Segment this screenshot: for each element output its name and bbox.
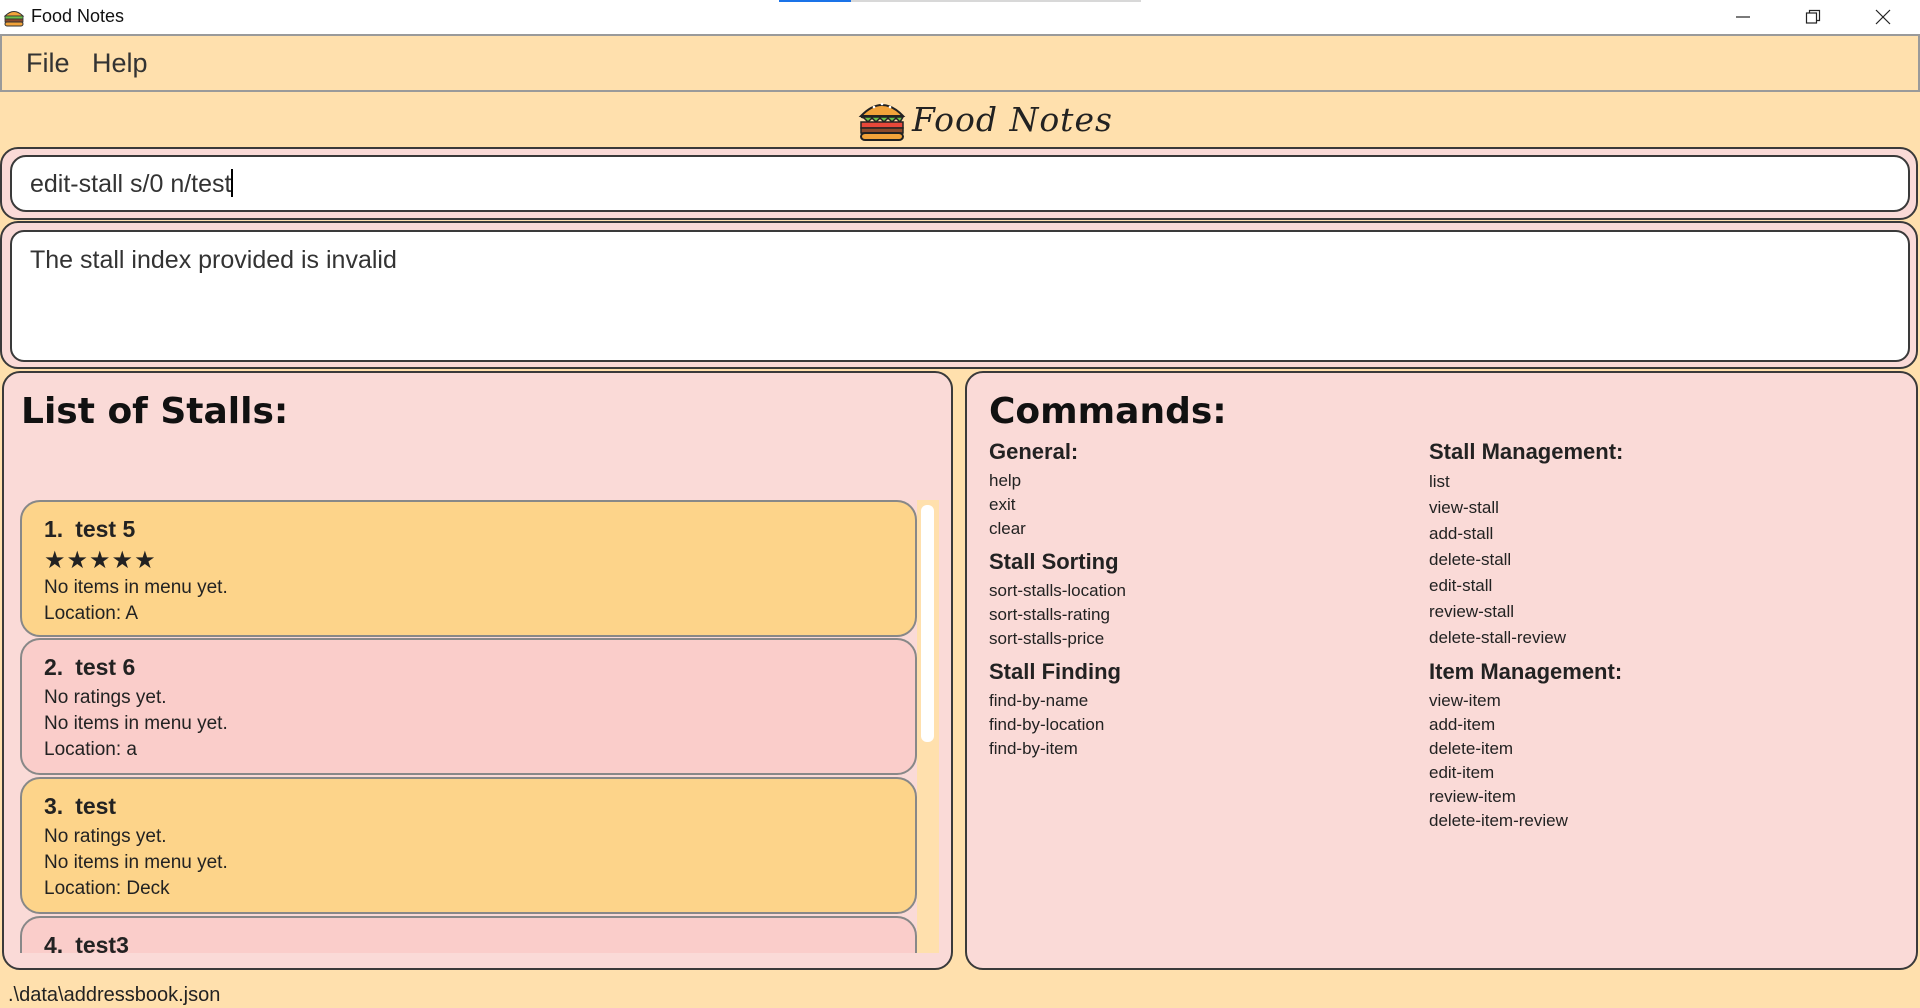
stall-card[interactable]: 1. test 5 ★★★★★ No items in menu yet. Loc…: [20, 500, 917, 637]
restore-button[interactable]: [1778, 0, 1848, 34]
stall-list-scrollbar[interactable]: [917, 500, 939, 953]
command-item: delete-item: [1429, 739, 1514, 758]
result-message: The stall index provided is invalid: [30, 246, 397, 274]
text-caret: [231, 169, 234, 197]
command-item: clear: [989, 519, 1026, 538]
menu-bar: File Help: [0, 34, 1920, 92]
stall-index: 2.: [44, 654, 64, 680]
stall-name: test 6: [75, 654, 136, 680]
command-item: review-item: [1429, 787, 1516, 806]
taskbar-indicator: [851, 0, 1141, 2]
command-item: delete-item-review: [1429, 811, 1568, 830]
commands-left-column: General: help exit clear Stall Sorting s…: [989, 439, 1126, 761]
command-item: find-by-location: [989, 715, 1105, 734]
command-group-heading: General:: [989, 439, 1079, 464]
close-icon: [1875, 9, 1891, 25]
result-message-area[interactable]: The stall index provided is invalid: [10, 230, 1910, 362]
menu-help[interactable]: Help: [92, 48, 148, 79]
minimize-button[interactable]: [1708, 0, 1778, 34]
command-group-heading: Item Management:: [1429, 659, 1623, 684]
window-titlebar: Food Notes: [0, 0, 1920, 34]
command-box: edit-stall s/0 n/test: [0, 147, 1918, 220]
commands-panel: Commands: General: help exit clear Stall…: [965, 371, 1918, 970]
app-logo: Food Notes: [858, 94, 1113, 144]
command-item: sort-stalls-rating: [989, 605, 1110, 624]
command-input-value: edit-stall s/0 n/test: [30, 170, 232, 198]
command-item: find-by-item: [989, 739, 1078, 758]
command-item: help: [989, 471, 1022, 490]
command-item: sort-stalls-location: [989, 581, 1126, 600]
command-item: edit-item: [1429, 763, 1495, 782]
close-button[interactable]: [1848, 0, 1918, 34]
stall-location: Location: a: [44, 739, 137, 760]
command-item: view-stall: [1429, 498, 1499, 517]
command-group-heading: Stall Sorting: [989, 549, 1119, 574]
stall-card[interactable]: 4. test3: [20, 916, 917, 953]
stall-menu-status: No items in menu yet.: [44, 852, 228, 873]
command-item: sort-stalls-price: [989, 629, 1105, 648]
stall-index: 4.: [44, 932, 64, 953]
restore-icon: [1805, 9, 1821, 24]
window-title: Food Notes: [31, 6, 125, 26]
stall-name: test: [75, 793, 117, 819]
stall-index: 1.: [44, 516, 64, 542]
menu-file[interactable]: File: [26, 48, 70, 79]
stall-rating: No ratings yet.: [44, 687, 167, 708]
command-item: find-by-name: [989, 691, 1089, 710]
status-bar-file-path: .\data\addressbook.json: [8, 984, 221, 1006]
command-item: edit-stall: [1429, 576, 1493, 595]
command-item: delete-stall-review: [1429, 628, 1566, 647]
star-rating: ★★★★★: [44, 547, 157, 574]
scrollbar-thumb[interactable]: [921, 505, 934, 742]
command-item: view-item: [1429, 691, 1501, 710]
stall-rating: No ratings yet.: [44, 826, 167, 847]
stall-list-title: List of Stalls:: [21, 391, 289, 432]
command-input[interactable]: edit-stall s/0 n/test: [10, 155, 1910, 212]
commands-title: Commands:: [989, 391, 1227, 432]
stall-location: Location: Deck: [44, 878, 170, 899]
command-item: add-item: [1429, 715, 1496, 734]
command-item: add-stall: [1429, 524, 1494, 543]
command-item: delete-stall: [1429, 550, 1512, 569]
stall-location: Location: A: [44, 603, 139, 624]
stall-card[interactable]: 2. test 6 No ratings yet. No items in men…: [20, 638, 917, 775]
stall-menu-status: No items in menu yet.: [44, 713, 228, 734]
burger-logo-icon: [858, 102, 906, 141]
taskbar-focus-indicator: [779, 0, 851, 2]
stall-name: test 5: [75, 516, 136, 542]
commands-right-column: Stall Management: list view-stall add-st…: [1429, 439, 1623, 833]
result-display: The stall index provided is invalid: [0, 221, 1918, 369]
stall-list-panel: List of Stalls: 1. test 5 ★★★★★ No items …: [2, 371, 953, 970]
command-item: list: [1429, 472, 1450, 491]
command-group-heading: Stall Management:: [1429, 439, 1624, 464]
stall-name: test3: [75, 932, 129, 953]
command-group-heading: Stall Finding: [989, 659, 1121, 684]
stall-menu-status: No items in menu yet.: [44, 577, 228, 598]
logo-text: Food Notes: [912, 99, 1113, 139]
stall-card[interactable]: 3. test No ratings yet. No items in menu …: [20, 777, 917, 914]
command-item: exit: [989, 495, 1016, 514]
stall-index: 3.: [44, 793, 64, 819]
stall-list[interactable]: 1. test 5 ★★★★★ No items in menu yet. Loc…: [20, 500, 920, 953]
burger-app-icon: [3, 11, 25, 27]
minimize-icon: [1736, 16, 1750, 18]
command-item: review-stall: [1429, 602, 1515, 621]
